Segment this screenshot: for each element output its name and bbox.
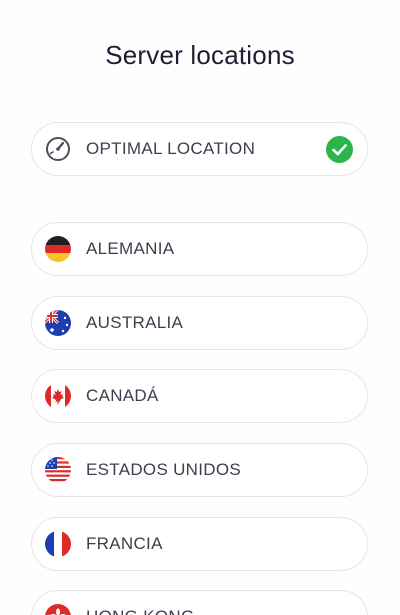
server-locations-screen: Server locations OPTIMAL LOCATION ALEMAN… xyxy=(0,0,400,615)
location-label: ESTADOS UNIDOS xyxy=(86,460,242,479)
location-label: AUSTRALIA xyxy=(86,313,184,332)
location-option-estados-unidos[interactable]: ESTADOS UNIDOS xyxy=(31,443,368,497)
flag-germany-icon xyxy=(44,235,72,263)
location-label: FRANCIA xyxy=(86,534,163,553)
optimal-location-option[interactable]: OPTIMAL LOCATION xyxy=(31,122,368,176)
optimal-location-label: OPTIMAL LOCATION xyxy=(86,139,256,158)
location-option-canada[interactable]: CANADÁ xyxy=(31,369,368,423)
location-option-hong-kong[interactable]: HONG KONG xyxy=(31,590,368,615)
location-label: HONG KONG xyxy=(86,607,195,615)
location-label: CANADÁ xyxy=(86,386,159,405)
flag-australia-icon xyxy=(44,309,72,337)
location-label: ALEMANIA xyxy=(86,239,175,258)
location-option-alemania[interactable]: ALEMANIA xyxy=(31,222,368,276)
location-option-francia[interactable]: FRANCIA xyxy=(31,517,368,571)
page-title: Server locations xyxy=(105,40,295,70)
speedometer-icon xyxy=(44,135,72,163)
flag-france-icon xyxy=(44,530,72,558)
check-circle-icon xyxy=(326,136,353,163)
flag-usa-icon xyxy=(44,456,72,484)
flag-hong-kong-icon xyxy=(44,603,72,615)
location-option-australia[interactable]: AUSTRALIA xyxy=(31,296,368,350)
flag-canada-icon xyxy=(44,382,72,410)
